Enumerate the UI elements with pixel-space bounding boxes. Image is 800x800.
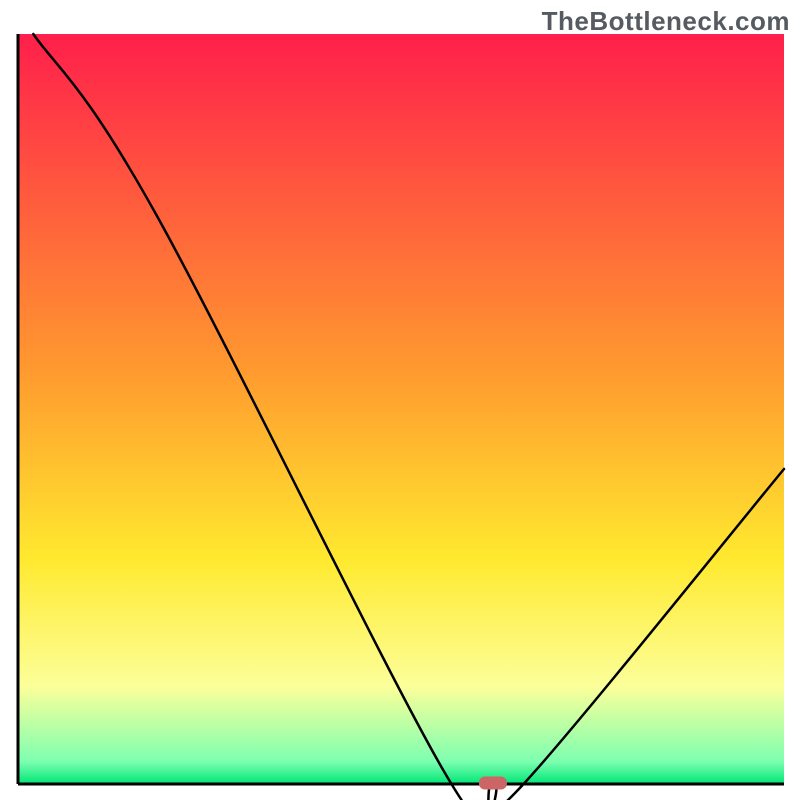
watermark-text: TheBottleneck.com <box>542 6 790 37</box>
bottleneck-chart: TheBottleneck.com <box>0 0 800 800</box>
chart-svg <box>0 0 800 800</box>
optimal-point-marker <box>479 777 507 790</box>
